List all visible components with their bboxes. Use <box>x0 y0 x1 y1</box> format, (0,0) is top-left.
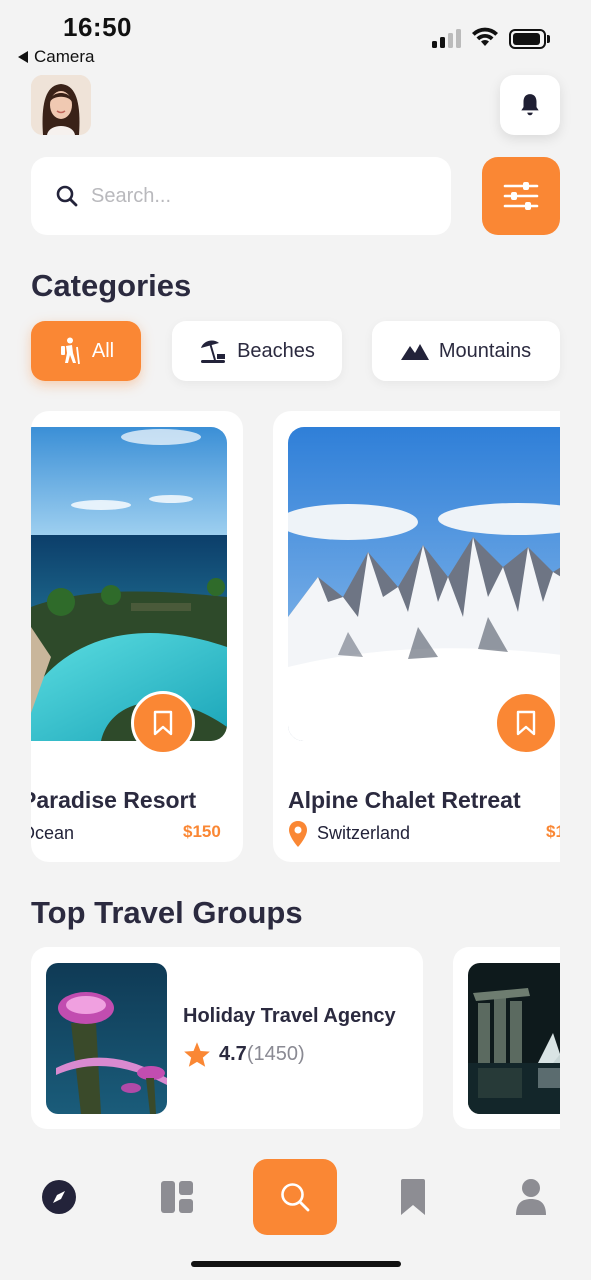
bell-icon <box>521 94 539 116</box>
wifi-icon <box>472 27 498 46</box>
place-title: Paradise Resort <box>31 787 197 813</box>
tab-dashboard[interactable] <box>135 1159 219 1235</box>
dashboard-icon <box>161 1181 193 1213</box>
tab-search[interactable] <box>253 1159 337 1235</box>
chip-mountains[interactable]: Mountains <box>372 321 560 381</box>
group-name: Holiday Travel Agency <box>183 1005 396 1027</box>
bookmark-icon <box>153 710 173 736</box>
chip-beaches-label: Beaches <box>237 339 315 362</box>
tab-saved[interactable] <box>371 1159 455 1235</box>
search-bar[interactable] <box>31 157 451 235</box>
back-app-label: Camera <box>34 47 95 66</box>
categories-title: Categories <box>31 268 192 303</box>
bookmark-icon <box>516 710 536 736</box>
sliders-icon <box>503 182 539 210</box>
chip-all-label: All <box>91 339 115 362</box>
beach-umbrella-icon <box>201 340 226 363</box>
profile-icon <box>516 1179 546 1215</box>
place-price: $150 <box>183 822 221 841</box>
place-location: Ocean <box>31 823 75 843</box>
place-title: Alpine Chalet Retreat <box>288 787 521 813</box>
group-card[interactable] <box>453 947 560 1129</box>
hiker-icon <box>60 337 80 365</box>
star-icon <box>184 1042 210 1067</box>
avatar-photo <box>31 75 91 135</box>
place-card[interactable]: Paradise Resort $150 <box>31 411 243 862</box>
battery-icon <box>509 29 546 49</box>
filter-button[interactable] <box>482 157 560 235</box>
chip-beaches[interactable]: Beaches <box>172 321 342 381</box>
place-location: Switzerland <box>317 823 411 843</box>
notifications-button[interactable] <box>500 75 560 135</box>
location-pin-icon <box>289 821 307 847</box>
bottom-tab-bar <box>0 1150 591 1250</box>
group-photo <box>46 963 167 1114</box>
groups-title: Top Travel Groups <box>31 895 303 930</box>
status-time: 16:50 <box>63 12 132 42</box>
back-to-app-link[interactable]: Camera <box>18 47 94 67</box>
avatar[interactable] <box>31 75 91 135</box>
group-rating: 4.7 (1450) <box>183 1041 305 1068</box>
search-input[interactable] <box>91 184 411 208</box>
chip-all[interactable]: All <box>31 321 141 381</box>
back-arrow-icon <box>18 51 28 63</box>
chip-mountains-label: Mountains <box>438 339 532 362</box>
tab-explore[interactable] <box>17 1159 101 1235</box>
place-photo-resort <box>31 427 227 741</box>
search-icon <box>56 185 78 207</box>
bookmark-button[interactable] <box>131 691 195 755</box>
search-icon <box>281 1183 310 1212</box>
tab-profile[interactable] <box>489 1159 573 1235</box>
mountain-icon <box>400 344 429 360</box>
bookmark-icon <box>401 1179 425 1215</box>
compass-icon <box>42 1180 76 1214</box>
home-indicator <box>191 1261 401 1267</box>
cellular-signal-icon <box>432 29 461 48</box>
place-price: $1 <box>546 822 560 841</box>
bookmark-button[interactable] <box>494 691 558 755</box>
review-count: (1450) <box>246 1043 305 1065</box>
group-photo <box>468 963 560 1114</box>
place-card[interactable]: Alpine Chalet Retreat Switzerland $1 <box>273 411 560 862</box>
group-card[interactable]: Holiday Travel Agency 4.7 (1450) <box>31 947 423 1129</box>
rating-value: 4.7 <box>219 1043 247 1065</box>
